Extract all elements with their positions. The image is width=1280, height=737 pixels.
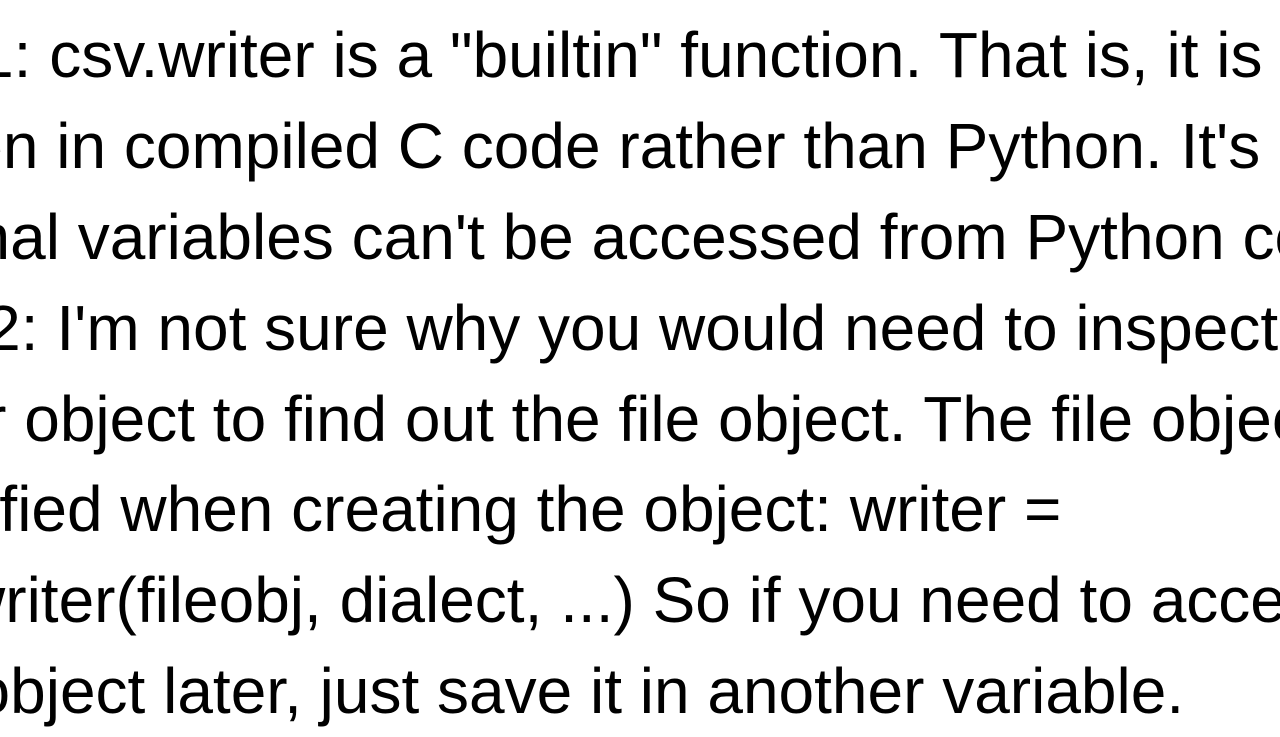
document-body-text: part 1: csv.writer is a "builtin" functi… — [0, 10, 1280, 737]
